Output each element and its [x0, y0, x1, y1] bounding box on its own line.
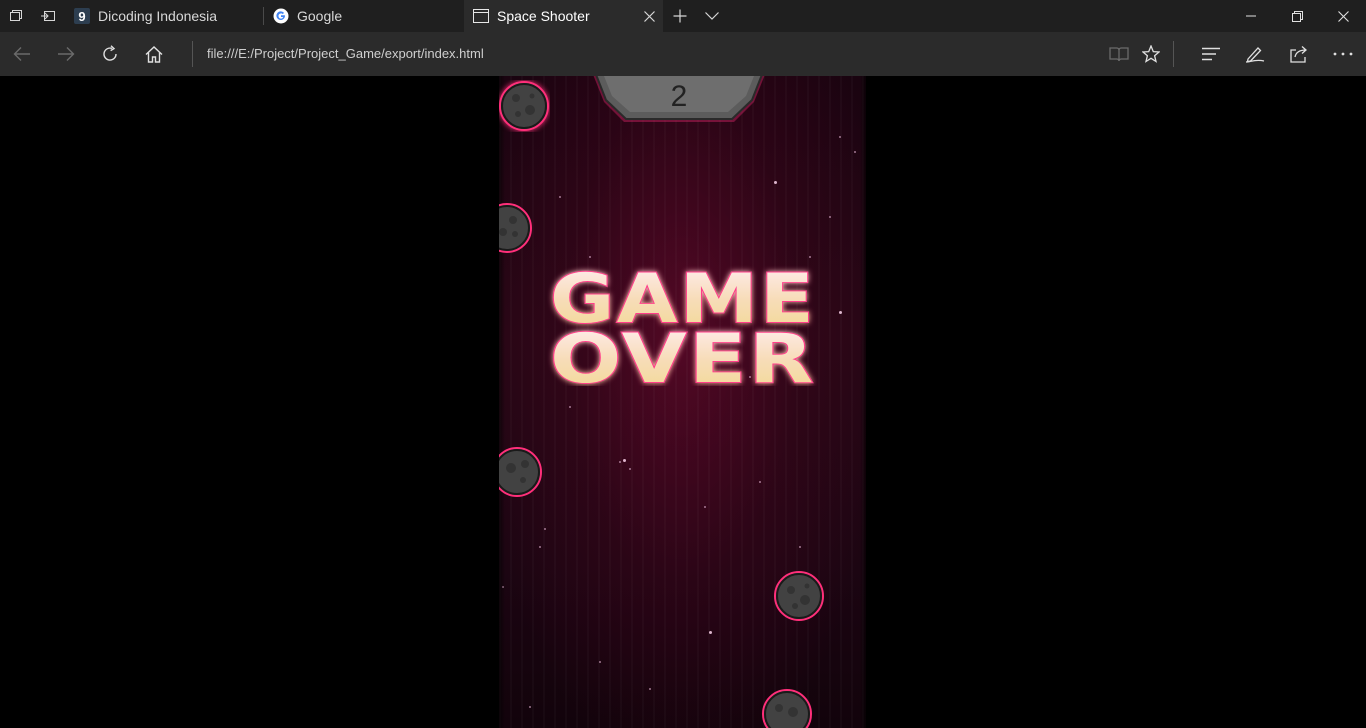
star: [839, 136, 841, 138]
tab-dicoding[interactable]: 9 Dicoding Indonesia: [65, 0, 263, 32]
google-icon: [273, 8, 289, 24]
hub-icon[interactable]: [1189, 32, 1233, 76]
svg-text:9: 9: [78, 9, 85, 24]
page-icon: [473, 8, 489, 24]
address-divider: [192, 41, 193, 67]
star: [799, 546, 801, 548]
asteroid: [774, 571, 824, 621]
star: [774, 181, 777, 184]
star: [559, 196, 561, 198]
score-value: 2: [670, 80, 688, 113]
tab-google[interactable]: Google: [264, 0, 463, 32]
tab-preview-chevron-down-icon[interactable]: [696, 0, 728, 32]
web-note-icon[interactable]: [1233, 32, 1277, 76]
toolbar-divider: [1173, 41, 1174, 67]
star: [839, 311, 842, 314]
new-tab-icon[interactable]: [664, 0, 696, 32]
star: [759, 481, 761, 483]
star: [649, 688, 651, 690]
star: [704, 506, 706, 508]
favorites-star-icon[interactable]: [1129, 32, 1173, 76]
close-tab-icon[interactable]: [641, 8, 657, 24]
tab-title: Dicoding Indonesia: [98, 8, 218, 24]
canvas-edge-shadow: [860, 76, 866, 728]
home-icon[interactable]: [132, 32, 176, 76]
star: [854, 151, 856, 153]
star: [599, 661, 601, 663]
star: [629, 468, 631, 470]
star: [569, 406, 571, 408]
star: [544, 528, 546, 530]
star: [709, 631, 712, 634]
restore-icon[interactable]: [1274, 0, 1320, 32]
address-input[interactable]: file:///E:/Project/Project_Game/export/i…: [207, 32, 484, 76]
minimize-icon[interactable]: [1228, 0, 1274, 32]
asteroid: [762, 689, 812, 728]
game-over-banner: GAME OVER: [549, 264, 816, 386]
more-icon[interactable]: [1321, 32, 1365, 76]
dicoding-icon: 9: [74, 8, 90, 24]
star: [539, 546, 541, 548]
canvas-edge-shadow: [499, 76, 505, 728]
star: [619, 461, 621, 463]
close-window-icon[interactable]: [1320, 0, 1366, 32]
forward-arrow-icon[interactable]: [44, 32, 88, 76]
share-icon[interactable]: [1277, 32, 1321, 76]
asteroid: [499, 81, 549, 131]
navigation-bar: file:///E:/Project/Project_Game/export/i…: [0, 32, 1366, 76]
asteroid: [499, 447, 542, 497]
score-panel: 2: [590, 76, 768, 124]
star: [809, 256, 811, 258]
game-canvas[interactable]: 2 GAME OVER: [499, 76, 866, 728]
tab-title: Space Shooter: [497, 8, 590, 24]
refresh-icon[interactable]: [88, 32, 132, 76]
tab-title: Google: [297, 8, 343, 24]
asteroid: [499, 203, 532, 253]
web-content: 2 GAME OVER: [0, 76, 1366, 728]
star: [829, 216, 831, 218]
star: [589, 256, 591, 258]
set-aside-tabs-icon[interactable]: [0, 0, 32, 32]
game-over-line2: OVER: [550, 320, 816, 386]
tab-bar: 9 Dicoding Indonesia Google Space Shoote…: [0, 0, 1366, 32]
tabs-aside-icon[interactable]: [32, 0, 64, 32]
star: [623, 459, 626, 462]
back-arrow-icon[interactable]: [0, 32, 44, 76]
tab-space-shooter[interactable]: Space Shooter: [464, 0, 663, 32]
star: [529, 706, 531, 708]
